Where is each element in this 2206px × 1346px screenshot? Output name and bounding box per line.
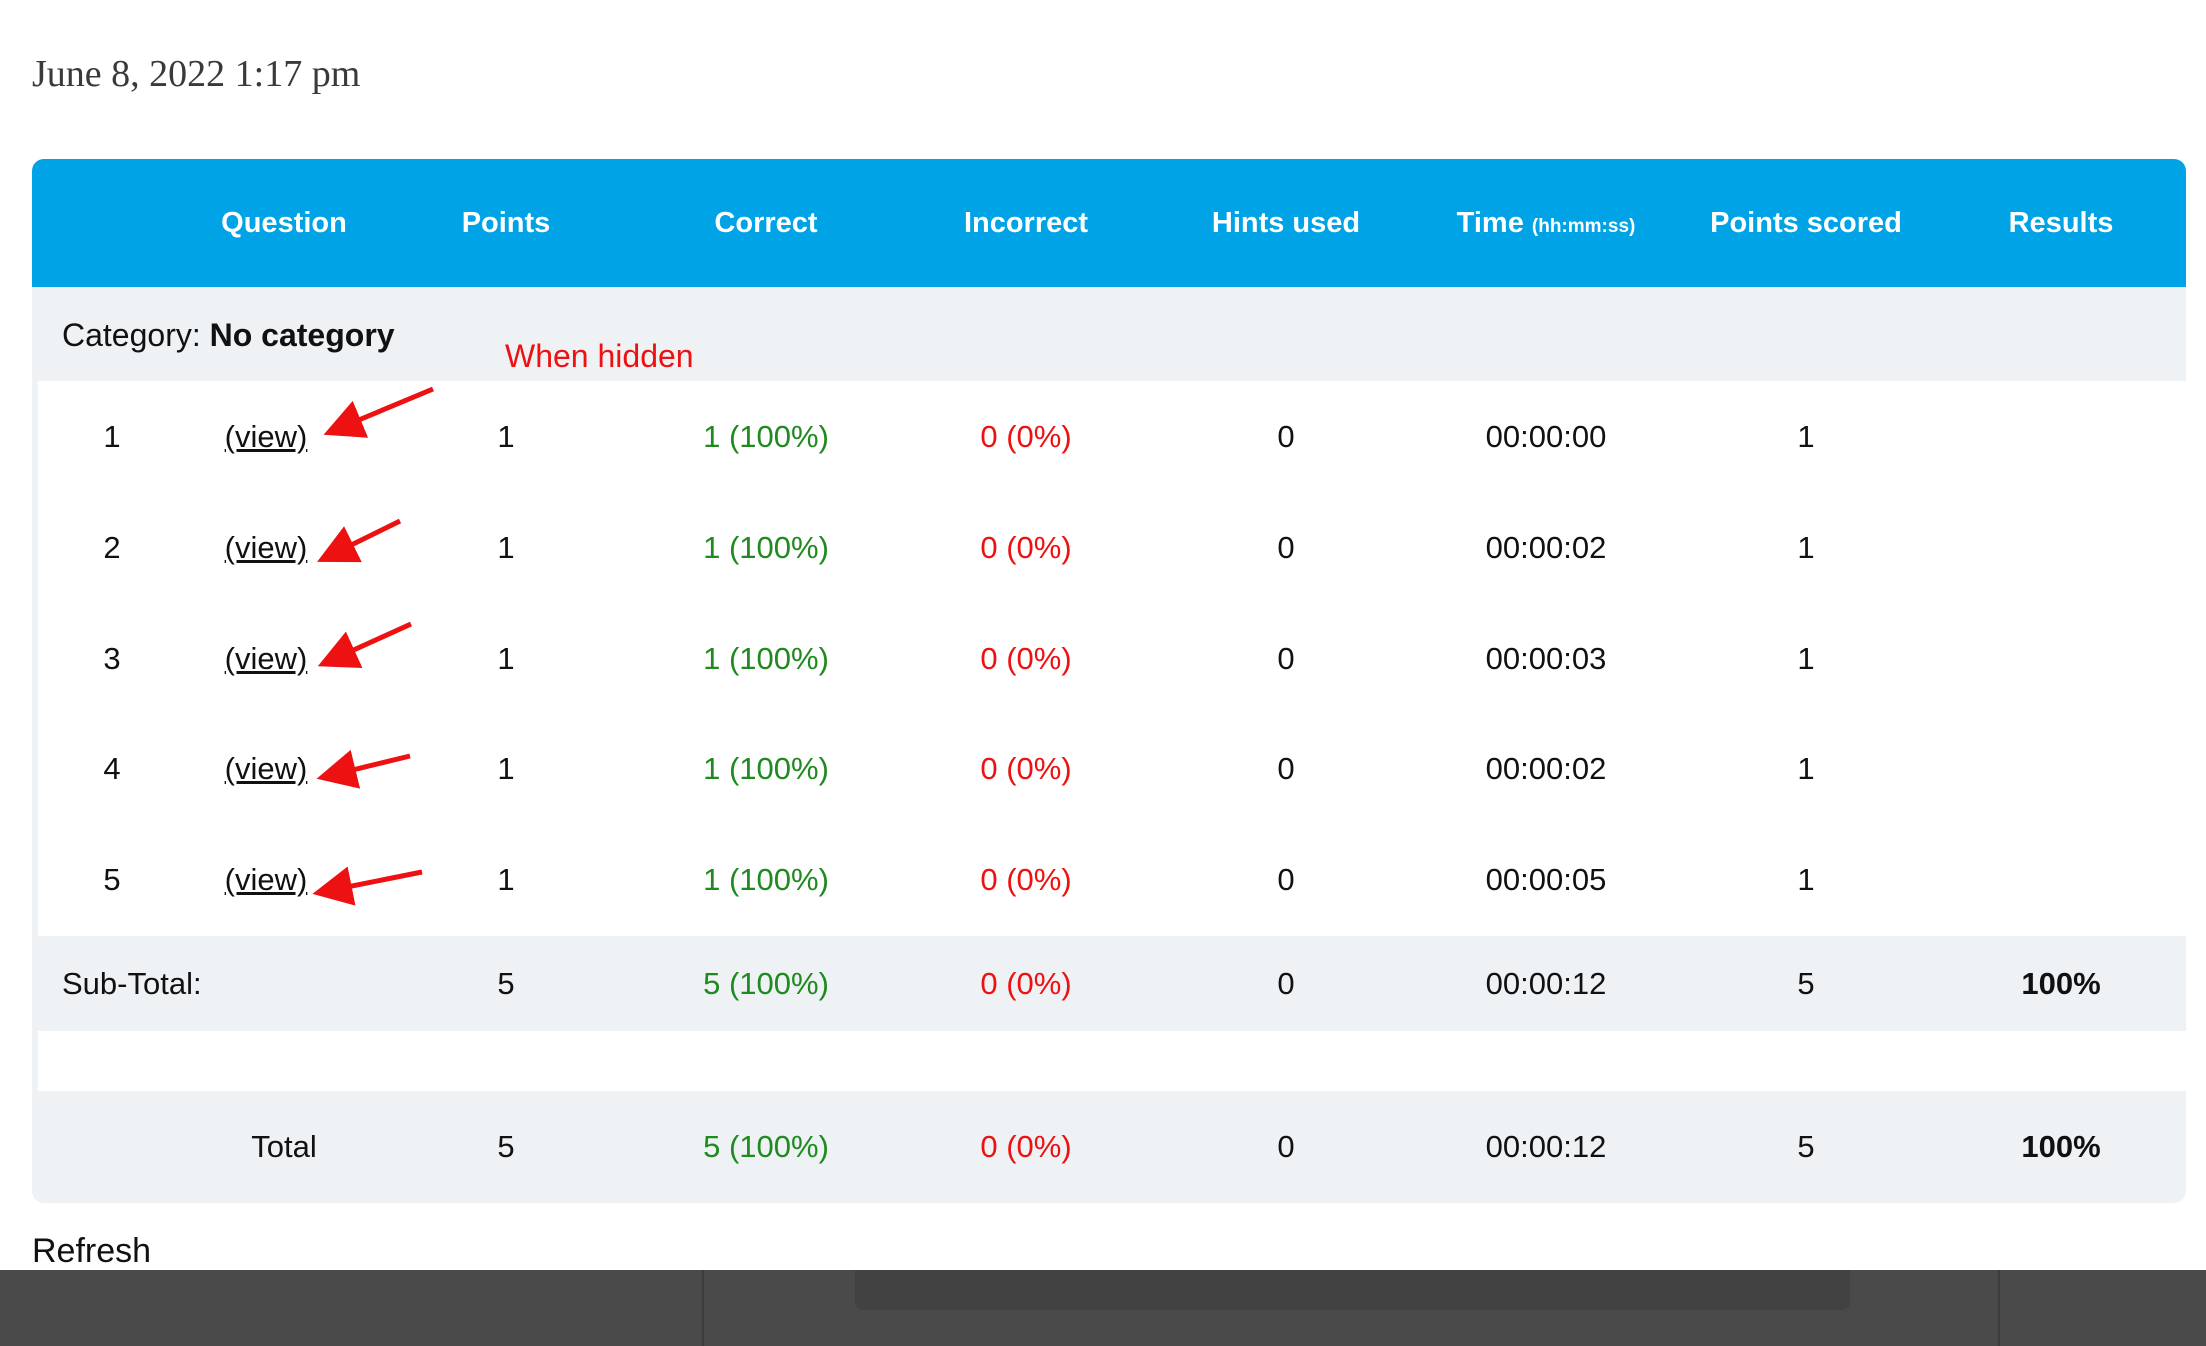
row-incorrect: 0 (0%) xyxy=(980,751,1072,786)
view-link[interactable]: (view) xyxy=(225,530,308,566)
row-scored: 1 xyxy=(1797,530,1815,565)
annotation-when-hidden: When hidden xyxy=(505,338,694,374)
total-points: 5 xyxy=(497,1129,515,1164)
table-spacer xyxy=(38,1031,2186,1091)
table-header: Question Points Correct Incorrect Hints … xyxy=(32,159,2186,287)
row-incorrect: 0 (0%) xyxy=(980,419,1072,454)
header-time: Time (hh:mm:ss) xyxy=(1457,159,1636,287)
row-correct: 1 (100%) xyxy=(703,751,829,786)
header-hints-used: Hints used xyxy=(1211,207,1361,239)
header-points-scored: Points scored xyxy=(1710,207,1902,239)
row-correct: 1 (100%) xyxy=(703,530,829,565)
row-correct: 1 (100%) xyxy=(703,419,829,454)
total-label: Total xyxy=(251,1129,317,1164)
row-points: 1 xyxy=(497,530,515,565)
row-num: 1 xyxy=(103,419,121,454)
header-incorrect: Incorrect xyxy=(963,207,1089,239)
row-scored: 1 xyxy=(1797,641,1815,676)
header-question: Question xyxy=(221,207,347,239)
header-points: Points xyxy=(461,207,551,239)
statistics-table: Question Points Correct Incorrect Hints … xyxy=(32,159,2186,1203)
header-results: Results xyxy=(2008,207,2114,239)
row-hints: 0 xyxy=(1277,641,1295,676)
row-num: 4 xyxy=(103,751,121,786)
category-label: Category: No category xyxy=(62,317,395,354)
header-correct: Correct xyxy=(714,207,818,239)
row-correct: 1 (100%) xyxy=(703,641,829,676)
row-scored: 1 xyxy=(1797,751,1815,786)
subtotal-hints: 0 xyxy=(1277,966,1295,1001)
total-points-scored: 5 xyxy=(1797,1129,1815,1164)
total-time: 00:00:12 xyxy=(1485,1129,1607,1164)
question-rows-area xyxy=(38,381,2186,936)
row-num: 5 xyxy=(103,862,121,897)
row-scored: 1 xyxy=(1797,419,1815,454)
row-time: 00:00:02 xyxy=(1485,751,1607,786)
taskbar-window-slot xyxy=(855,1270,1850,1310)
row-points: 1 xyxy=(497,751,515,786)
subtotal-correct: 5 (100%) xyxy=(703,966,829,1001)
row-hints: 0 xyxy=(1277,419,1295,454)
total-correct: 5 (100%) xyxy=(703,1129,829,1164)
quiz-timestamp: June 8, 2022 1:17 pm xyxy=(32,53,361,95)
row-hints: 0 xyxy=(1277,751,1295,786)
header-time-unit: (hh:mm:ss) xyxy=(1531,216,1636,237)
row-points: 1 xyxy=(497,862,515,897)
row-time: 00:00:03 xyxy=(1485,641,1607,676)
row-correct: 1 (100%) xyxy=(703,862,829,897)
refresh-link[interactable]: Refresh xyxy=(32,1232,151,1271)
row-points: 1 xyxy=(497,419,515,454)
row-time: 00:00:02 xyxy=(1485,530,1607,565)
view-link[interactable]: (view) xyxy=(225,751,308,787)
row-incorrect: 0 (0%) xyxy=(980,862,1072,897)
header-time-label: Time xyxy=(1456,207,1524,239)
subtotal-incorrect: 0 (0%) xyxy=(980,966,1072,1001)
view-link[interactable]: (view) xyxy=(225,419,308,455)
row-num: 2 xyxy=(103,530,121,565)
total-result: 100% xyxy=(2021,1129,2101,1164)
row-time: 00:00:05 xyxy=(1485,862,1607,897)
row-hints: 0 xyxy=(1277,862,1295,897)
view-link[interactable]: (view) xyxy=(225,862,308,898)
category-name: No category xyxy=(209,317,395,353)
subtotal-points: 5 xyxy=(497,966,515,1001)
row-hints: 0 xyxy=(1277,530,1295,565)
subtotal-result: 100% xyxy=(2021,966,2101,1001)
view-link[interactable]: (view) xyxy=(225,641,308,677)
subtotal-label: Sub-Total: xyxy=(62,966,202,1001)
taskbar-divider-left xyxy=(702,1270,704,1346)
total-incorrect: 0 (0%) xyxy=(980,1129,1072,1164)
row-points: 1 xyxy=(497,641,515,676)
taskbar xyxy=(0,1270,2206,1346)
category-prefix: Category: xyxy=(62,317,201,353)
subtotal-time: 00:00:12 xyxy=(1485,966,1607,1001)
category-row: Category: No category xyxy=(32,287,2186,382)
row-incorrect: 0 (0%) xyxy=(980,641,1072,676)
row-scored: 1 xyxy=(1797,862,1815,897)
row-num: 3 xyxy=(103,641,121,676)
subtotal-points-scored: 5 xyxy=(1797,966,1815,1001)
row-time: 00:00:00 xyxy=(1485,419,1607,454)
row-incorrect: 0 (0%) xyxy=(980,530,1072,565)
total-hints: 0 xyxy=(1277,1129,1295,1164)
taskbar-divider-right xyxy=(1998,1270,2000,1346)
